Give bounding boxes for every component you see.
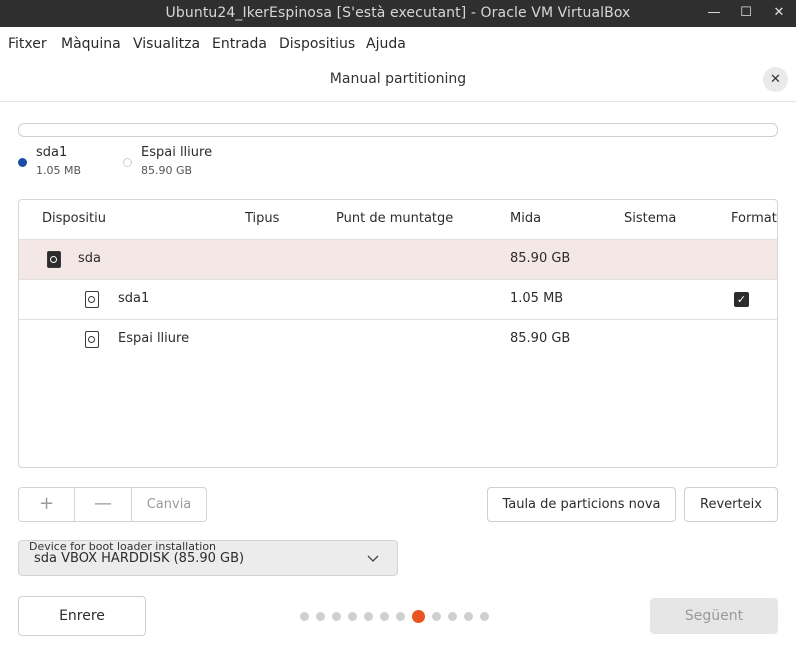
page-dot: [448, 612, 457, 621]
column-size[interactable]: Mida: [510, 211, 541, 226]
bootloader-device-select[interactable]: Device for boot loader installation sda …: [18, 540, 398, 576]
row-device: sda: [78, 251, 101, 266]
column-format[interactable]: Format: [731, 211, 777, 226]
table-row-sda[interactable]: sda 85.90 GB: [19, 240, 777, 280]
window-title: Ubuntu24_IkerEspinosa [S'està executant]…: [165, 5, 631, 21]
page-dot: [432, 612, 441, 621]
window-close-button[interactable]: ✕: [768, 3, 790, 23]
partition-icon: [85, 331, 99, 348]
remove-partition-button[interactable]: —: [75, 488, 132, 521]
menu-visualitza[interactable]: Visualitza: [133, 36, 200, 52]
page-dot: [316, 612, 325, 621]
legend-name: sda1: [36, 145, 68, 160]
back-button[interactable]: Enrere: [18, 596, 146, 636]
page-dot: [364, 612, 373, 621]
page-dot: [380, 612, 389, 621]
dialog-close-button[interactable]: ✕: [763, 67, 788, 92]
page-dot: [300, 612, 309, 621]
menu-ajuda[interactable]: Ajuda: [366, 36, 406, 52]
legend-dot-free-space: [123, 158, 132, 167]
partition-controls: + — Canvia: [18, 487, 207, 522]
legend-name: Espai lliure: [141, 145, 213, 160]
new-partition-table-button[interactable]: Taula de particions nova: [487, 487, 676, 522]
disk-usage-bar: [18, 123, 778, 137]
column-mount-point[interactable]: Punt de muntatge: [336, 211, 453, 226]
page-indicator: [300, 610, 500, 624]
format-checkbox[interactable]: ✓: [734, 292, 749, 307]
column-system[interactable]: Sistema: [624, 211, 676, 226]
row-device: sda1: [118, 291, 150, 306]
disk-icon: [47, 251, 61, 268]
menu-maquina[interactable]: Màquina: [61, 36, 121, 52]
partition-icon: [85, 291, 99, 308]
next-button[interactable]: Següent: [650, 598, 778, 634]
row-size: 85.90 GB: [510, 331, 571, 346]
partition-table: Dispositiu Tipus Punt de muntatge Mida S…: [18, 199, 778, 468]
table-header: Dispositiu Tipus Punt de muntatge Mida S…: [19, 200, 777, 240]
table-row-free-space[interactable]: Espai lliure 85.90 GB: [19, 320, 777, 360]
page-dot: [480, 612, 489, 621]
table-row-sda1[interactable]: sda1 1.05 MB ✓: [19, 280, 777, 320]
window-titlebar: Ubuntu24_IkerEspinosa [S'està executant]…: [0, 0, 796, 27]
change-partition-button[interactable]: Canvia: [132, 488, 206, 521]
column-device[interactable]: Dispositiu: [42, 211, 106, 226]
legend-size: 1.05 MB: [36, 164, 82, 177]
row-size: 85.90 GB: [510, 251, 571, 266]
menu-dispositius[interactable]: Dispositius: [279, 36, 355, 52]
page-dot-active: [412, 610, 425, 623]
page-dot: [332, 612, 341, 621]
menubar: Fitxer Màquina Visualitza Entrada Dispos…: [0, 27, 796, 59]
bootloader-value: sda VBOX HARDDISK (85.90 GB): [34, 551, 245, 566]
column-type[interactable]: Tipus: [245, 211, 279, 226]
row-device: Espai lliure: [118, 331, 190, 346]
page-dot: [464, 612, 473, 621]
menu-fitxer[interactable]: Fitxer: [8, 36, 47, 52]
legend-dot-sda1: [18, 158, 27, 167]
revert-button[interactable]: Reverteix: [684, 487, 778, 522]
menu-entrada[interactable]: Entrada: [212, 36, 267, 52]
chevron-down-icon: [367, 555, 379, 562]
add-partition-button[interactable]: +: [19, 488, 75, 521]
dialog-title: Manual partitioning: [329, 71, 467, 87]
row-size: 1.05 MB: [510, 291, 564, 306]
legend-size: 85.90 GB: [141, 164, 193, 177]
maximize-button[interactable]: ☐: [735, 3, 757, 23]
dialog-header: Manual partitioning ✕: [0, 59, 796, 102]
page-dot: [396, 612, 405, 621]
minimize-button[interactable]: —: [703, 3, 725, 23]
page-dot: [348, 612, 357, 621]
